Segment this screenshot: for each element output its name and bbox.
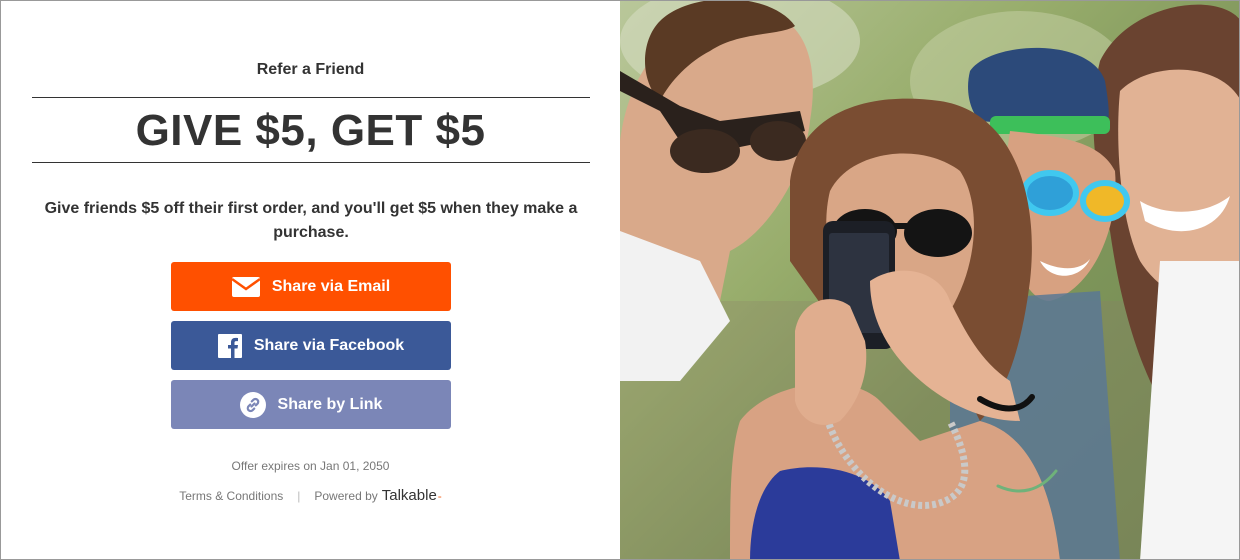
widget-footer: Terms & Conditions | Powered by Talkable…	[1, 487, 620, 504]
talkable-logo: Talkable	[381, 487, 437, 504]
offer-panel: Refer a Friend GIVE $5, GET $5 Give frie…	[1, 1, 620, 559]
hero-photo	[620, 1, 1239, 559]
footer-divider: |	[297, 488, 301, 503]
offer-description: Give friends $5 off their first order, a…	[44, 200, 578, 241]
share-email-label: Share via Email	[271, 277, 391, 295]
share-email-button[interactable]: Share via Email	[171, 262, 451, 311]
headline-divider-top	[32, 97, 590, 98]
offer-expiration: Offer expires on Jan 01, 2050	[231, 459, 390, 473]
link-icon	[239, 391, 266, 418]
talkable-spark-icon: -	[437, 489, 442, 503]
terms-link[interactable]: Terms & Conditions	[179, 489, 283, 503]
referral-widget: Refer a Friend GIVE $5, GET $5 Give frie…	[0, 0, 1240, 560]
share-link-label: Share by Link	[277, 395, 383, 413]
share-facebook-label: Share via Facebook	[253, 336, 405, 354]
friends-with-phone-illustration	[620, 1, 1239, 559]
powered-by[interactable]: Powered by Talkable -	[314, 487, 441, 504]
offer-headline: GIVE $5, GET $5	[135, 106, 486, 155]
share-facebook-button[interactable]: Share via Facebook	[171, 321, 451, 370]
eyebrow-title: Refer a Friend	[256, 61, 365, 78]
facebook-icon	[217, 333, 242, 358]
headline-divider-bottom	[32, 162, 590, 163]
envelope-icon	[231, 276, 260, 297]
share-link-button[interactable]: Share by Link	[171, 380, 451, 429]
powered-by-text: Powered by	[314, 489, 378, 503]
